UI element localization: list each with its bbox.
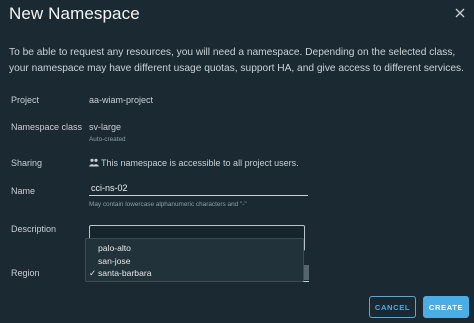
check-icon: ✓ bbox=[89, 268, 97, 278]
region-option-santa-barbara[interactable]: santa-barbara bbox=[98, 268, 152, 278]
name-hint: May contain lowercase alphanumeric chara… bbox=[89, 201, 247, 208]
region-dropdown-menu: palo-alto san-jose ✓ santa-barbara bbox=[85, 238, 304, 282]
intro-text: To be able to request any resources, you… bbox=[9, 47, 464, 74]
create-button[interactable]: CREATE bbox=[423, 296, 469, 318]
project-value: aa-wiam-project bbox=[89, 95, 154, 105]
region-option-palo-alto[interactable]: palo-alto bbox=[98, 243, 131, 253]
region-option-san-jose[interactable]: san-jose bbox=[98, 256, 130, 266]
description-label: Description bbox=[11, 224, 57, 234]
region-label: Region bbox=[11, 268, 40, 278]
sharing-text: This namespace is accessible to all proj… bbox=[101, 158, 299, 168]
project-label: Project bbox=[11, 95, 40, 105]
new-namespace-modal: New Namespace To be able to request any … bbox=[0, 0, 474, 323]
name-input[interactable] bbox=[89, 181, 308, 196]
namespace-class-hint: Auto-created bbox=[89, 136, 126, 143]
namespace-class-value: sv-large bbox=[89, 122, 122, 132]
users-icon bbox=[89, 158, 99, 167]
sharing-value: This namespace is accessible to all proj… bbox=[89, 158, 299, 168]
namespace-class-label: Namespace class bbox=[11, 122, 83, 132]
sharing-label: Sharing bbox=[11, 158, 43, 168]
cancel-button[interactable]: CANCEL bbox=[369, 296, 416, 318]
modal-title: New Namespace bbox=[9, 4, 140, 23]
close-icon[interactable] bbox=[452, 5, 468, 21]
name-label: Name bbox=[11, 186, 36, 196]
